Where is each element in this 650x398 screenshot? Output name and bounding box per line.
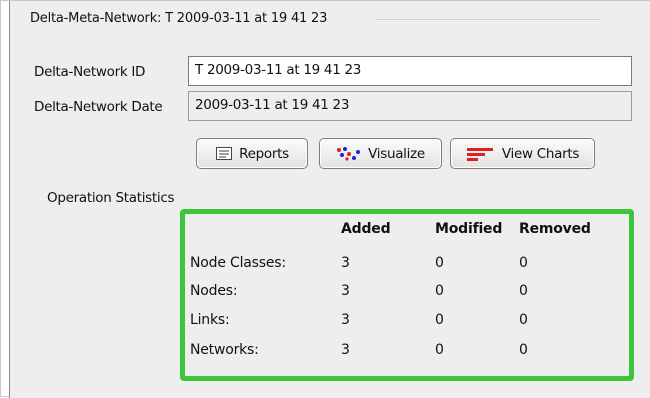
reports-button[interactable]: Reports [196, 138, 308, 169]
chart-bars-icon [466, 146, 496, 162]
stats-row-label: Links: [190, 312, 230, 328]
stats-cell-modified: 0 [435, 255, 444, 271]
stats-cell-removed: 0 [519, 342, 528, 358]
stats-header-removed: Removed [519, 221, 591, 237]
visualize-label: Visualize [368, 145, 425, 162]
stats-cell-modified: 0 [435, 312, 444, 328]
view-charts-button[interactable]: View Charts [450, 138, 595, 169]
stats-cell-removed: 0 [519, 312, 528, 328]
group-border [376, 19, 600, 20]
stats-cell-added: 3 [341, 312, 350, 328]
stats-row-label: Networks: [190, 342, 259, 358]
date-field: 2009-03-11 at 19 41 23 [188, 91, 632, 121]
stats-title: Operation Statistics [47, 190, 175, 206]
stats-header-added: Added [341, 221, 391, 237]
visualize-button[interactable]: Visualize [319, 138, 442, 169]
stats-cell-removed: 0 [519, 255, 528, 271]
view-charts-label: View Charts [501, 145, 580, 162]
stats-cell-modified: 0 [435, 283, 444, 299]
stats-cell-added: 3 [341, 342, 350, 358]
stats-header-modified: Modified [435, 221, 503, 237]
reports-label: Reports [239, 145, 289, 162]
group-title: Delta-Meta-Network: T 2009-03-11 at 19 4… [30, 11, 332, 26]
date-label: Delta-Network Date [34, 99, 163, 115]
stats-row-label: Nodes: [190, 283, 238, 299]
stats-row-label: Node Classes: [190, 255, 286, 271]
network-dots-icon [336, 146, 362, 162]
document-icon [215, 146, 233, 161]
id-field[interactable]: T 2009-03-11 at 19 41 23 [188, 56, 632, 86]
stats-cell-added: 3 [341, 255, 350, 271]
id-label: Delta-Network ID [34, 64, 146, 80]
stats-cell-removed: 0 [519, 283, 528, 299]
stats-cell-modified: 0 [435, 342, 444, 358]
stats-cell-added: 3 [341, 283, 350, 299]
delta-network-panel: Delta-Meta-Network: T 2009-03-11 at 19 4… [9, 1, 650, 398]
window-frame: Delta-Meta-Network: T 2009-03-11 at 19 4… [0, 0, 650, 398]
